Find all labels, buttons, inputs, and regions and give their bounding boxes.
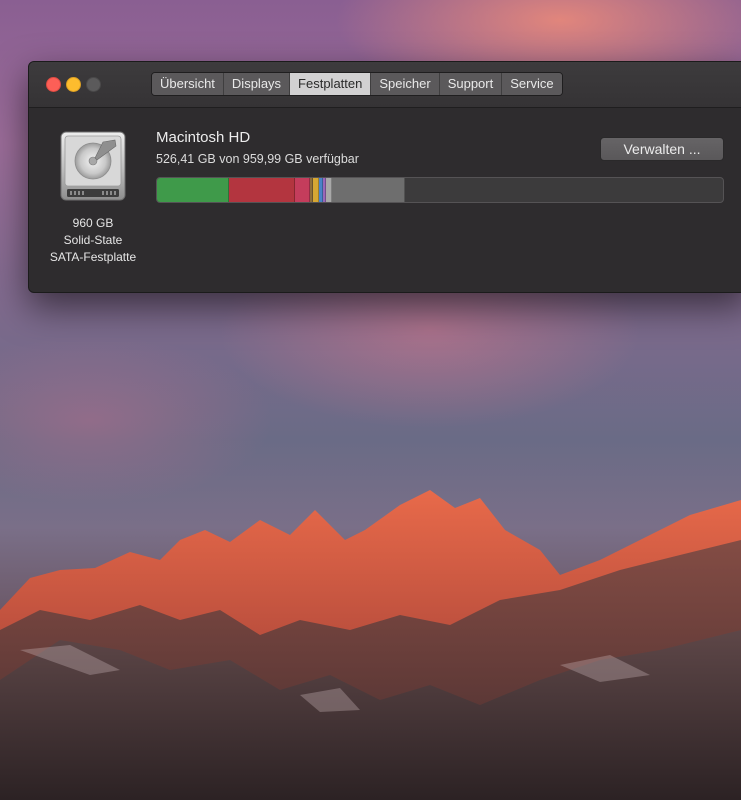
tab-memory[interactable]: Speicher <box>371 73 440 95</box>
tab-overview[interactable]: Übersicht <box>152 73 224 95</box>
storage-segment-3 <box>295 178 311 202</box>
close-button[interactable] <box>46 77 61 92</box>
tab-support[interactable]: Support <box>439 73 503 95</box>
disk-capacity: 960 GB <box>72 216 114 230</box>
zoom-button[interactable] <box>86 77 101 92</box>
volume-available-space: 526,41 GB von 959,99 GB verfügbar <box>156 152 359 166</box>
storage-segment-1 <box>157 178 230 202</box>
storage-usage-bar <box>156 177 724 203</box>
tab-bar: Übersicht Displays Festplatten Speicher … <box>151 72 563 96</box>
manage-storage-button[interactable]: Verwalten ... <box>600 137 724 161</box>
disk-description: 960 GB Solid-State SATA-Festplatte <box>33 215 153 266</box>
storage-segment-2 <box>229 178 296 202</box>
disk-type-line-2: SATA-Festplatte <box>49 250 137 264</box>
titlebar: Übersicht Displays Festplatten Speicher … <box>29 62 741 108</box>
tab-displays[interactable]: Displays <box>223 73 291 95</box>
storage-segment-9 <box>331 178 406 202</box>
hard-drive-icon <box>60 131 126 201</box>
volume-name: Macintosh HD <box>156 129 251 146</box>
disk-type-line-1: Solid-State <box>63 233 123 247</box>
tab-service[interactable]: Service <box>502 73 562 95</box>
minimize-button[interactable] <box>66 77 81 92</box>
tab-disks[interactable]: Festplatten <box>290 73 372 95</box>
system-information-window: Übersicht Displays Festplatten Speicher … <box>28 61 741 293</box>
wallpaper-mountains <box>0 490 741 800</box>
